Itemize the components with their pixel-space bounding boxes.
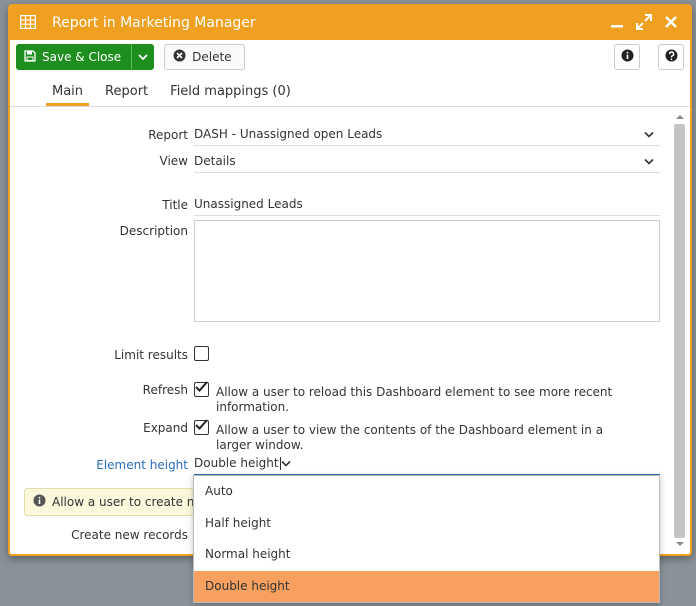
option-auto[interactable]: Auto: [194, 476, 659, 508]
refresh-label: Refresh: [142, 383, 188, 397]
chevron-down-icon: [138, 50, 148, 64]
scroll-up-icon[interactable]: [673, 110, 686, 122]
scroll-thumb[interactable]: [674, 124, 685, 538]
title-input[interactable]: Unassigned Leads: [194, 193, 660, 216]
element-height-select[interactable]: Double height: [194, 452, 660, 475]
view-select[interactable]: Details: [194, 150, 660, 173]
title-label: Title: [162, 198, 188, 212]
info-text: Allow a user to create new: [52, 495, 206, 509]
help-icon: [665, 49, 678, 65]
info-banner: Allow a user to create new: [24, 488, 206, 516]
window-title: Report in Marketing Manager: [52, 15, 256, 31]
chevron-down-icon: [644, 154, 654, 168]
description-label: Description: [119, 224, 188, 238]
info-circle-icon: [33, 494, 46, 510]
create-new-records-label: Create new records: [71, 528, 188, 542]
report-label: Report: [148, 128, 188, 142]
option-half-height[interactable]: Half height: [194, 508, 659, 540]
title-bar[interactable]: Report in Marketing Manager: [10, 6, 690, 40]
limit-results-checkbox[interactable]: [194, 346, 209, 361]
element-height-value: Double height: [194, 456, 281, 470]
save-group: Save & Close: [16, 44, 155, 70]
save-close-button[interactable]: Save & Close: [16, 44, 131, 70]
expand-checkbox[interactable]: [194, 419, 209, 435]
refresh-checkbox[interactable]: [194, 381, 209, 397]
option-normal-height[interactable]: Normal height: [194, 539, 659, 571]
report-select[interactable]: DASH - Unassigned open Leads: [194, 123, 660, 146]
tab-report[interactable]: Report: [99, 84, 154, 106]
save-options-button[interactable]: [131, 44, 154, 70]
expand-description: Allow a user to view the contents of the…: [216, 423, 604, 452]
view-value: Details: [194, 154, 236, 168]
info-button[interactable]: [614, 44, 640, 70]
maximize-icon[interactable]: [636, 13, 652, 33]
help-button[interactable]: [658, 44, 684, 70]
grid-icon: [19, 14, 37, 32]
element-height-label: Element height: [96, 458, 188, 472]
check-icon: [195, 419, 208, 430]
view-label: View: [159, 154, 188, 168]
report-dialog: Report in Marketing Manager Save & Close…: [8, 4, 692, 556]
tab-main[interactable]: Main: [46, 84, 90, 106]
element-height-dropdown: Auto Half height Normal height Double he…: [193, 475, 660, 603]
refresh-description: Allow a user to reload this Dashboard el…: [216, 385, 613, 414]
close-icon[interactable]: [664, 15, 678, 32]
tab-field-mappings[interactable]: Field mappings (0): [164, 84, 297, 106]
toolbar: Save & Close Delete: [10, 40, 690, 74]
expand-label: Expand: [143, 421, 188, 435]
report-value: DASH - Unassigned open Leads: [194, 127, 383, 141]
description-textarea[interactable]: [194, 220, 660, 322]
minimize-icon[interactable]: [610, 15, 624, 32]
floppy-icon: [24, 49, 36, 65]
chevron-down-icon: [644, 127, 654, 141]
limit-results-label: Limit results: [114, 348, 188, 362]
delete-button[interactable]: Delete: [164, 44, 245, 70]
save-close-label: Save & Close: [42, 50, 122, 64]
option-double-height[interactable]: Double height: [194, 570, 659, 602]
title-value: Unassigned Leads: [194, 197, 303, 211]
chevron-down-icon: [281, 456, 291, 470]
scrollbar[interactable]: [673, 110, 686, 550]
check-icon: [195, 381, 208, 392]
delete-label: Delete: [192, 50, 232, 64]
info-icon: [621, 49, 634, 65]
delete-icon: [173, 49, 186, 65]
tab-bar: Main Report Field mappings (0): [10, 74, 690, 107]
scroll-down-icon[interactable]: [673, 538, 686, 550]
